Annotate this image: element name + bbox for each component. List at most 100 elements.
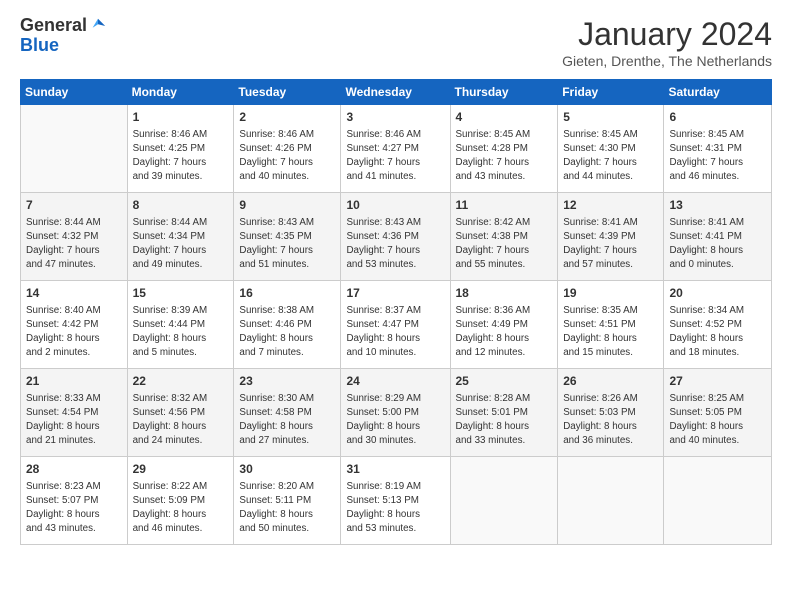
day-number: 1 [133,109,229,126]
day-number: 18 [456,285,553,302]
day-cell: 19 Sunrise: 8:35 AMSunset: 4:51 PMDayligh… [558,281,664,369]
day-header-wednesday: Wednesday [341,80,450,105]
day-header-friday: Friday [558,80,664,105]
day-info: Sunrise: 8:38 AMSunset: 4:46 PMDaylight:… [239,304,335,361]
day-info: Sunrise: 8:22 AMSunset: 5:09 PMDaylight:… [133,480,229,537]
day-info: Sunrise: 8:44 AMSunset: 4:34 PMDaylight:… [133,216,229,273]
day-info: Sunrise: 8:42 AMSunset: 4:38 PMDaylight:… [456,216,553,273]
day-cell: 25 Sunrise: 8:28 AMSunset: 5:01 PMDayligh… [450,369,558,457]
calendar: SundayMondayTuesdayWednesdayThursdayFrid… [20,79,772,545]
day-info: Sunrise: 8:29 AMSunset: 5:00 PMDaylight:… [346,392,444,449]
day-info: Sunrise: 8:25 AMSunset: 5:05 PMDaylight:… [669,392,766,449]
page: General Blue January 2024 Gieten, Drenth… [0,0,792,555]
day-cell [21,105,128,193]
day-header-sunday: Sunday [21,80,128,105]
day-info: Sunrise: 8:44 AMSunset: 4:32 PMDaylight:… [26,216,122,273]
day-cell: 14 Sunrise: 8:40 AMSunset: 4:42 PMDayligh… [21,281,128,369]
day-number: 12 [563,197,658,214]
day-info: Sunrise: 8:43 AMSunset: 4:35 PMDaylight:… [239,216,335,273]
day-header-tuesday: Tuesday [234,80,341,105]
day-number: 7 [26,197,122,214]
day-number: 27 [669,373,766,390]
day-number: 23 [239,373,335,390]
week-row-3: 14 Sunrise: 8:40 AMSunset: 4:42 PMDayligh… [21,281,772,369]
logo-general: General [20,16,87,36]
day-number: 30 [239,461,335,478]
location: Gieten, Drenthe, The Netherlands [562,53,772,69]
day-info: Sunrise: 8:40 AMSunset: 4:42 PMDaylight:… [26,304,122,361]
week-row-2: 7 Sunrise: 8:44 AMSunset: 4:32 PMDaylight… [21,193,772,281]
day-number: 15 [133,285,229,302]
day-cell [664,457,772,545]
day-number: 20 [669,285,766,302]
day-number: 29 [133,461,229,478]
day-info: Sunrise: 8:37 AMSunset: 4:47 PMDaylight:… [346,304,444,361]
logo: General Blue [20,16,107,56]
day-info: Sunrise: 8:46 AMSunset: 4:26 PMDaylight:… [239,128,335,185]
day-cell: 18 Sunrise: 8:36 AMSunset: 4:49 PMDayligh… [450,281,558,369]
day-info: Sunrise: 8:41 AMSunset: 4:41 PMDaylight:… [669,216,766,273]
day-info: Sunrise: 8:46 AMSunset: 4:27 PMDaylight:… [346,128,444,185]
day-cell: 9 Sunrise: 8:43 AMSunset: 4:35 PMDaylight… [234,193,341,281]
day-number: 4 [456,109,553,126]
day-cell: 20 Sunrise: 8:34 AMSunset: 4:52 PMDayligh… [664,281,772,369]
day-info: Sunrise: 8:35 AMSunset: 4:51 PMDaylight:… [563,304,658,361]
day-number: 31 [346,461,444,478]
header: General Blue January 2024 Gieten, Drenth… [20,16,772,69]
day-info: Sunrise: 8:41 AMSunset: 4:39 PMDaylight:… [563,216,658,273]
day-cell: 4 Sunrise: 8:45 AMSunset: 4:28 PMDaylight… [450,105,558,193]
day-number: 19 [563,285,658,302]
day-info: Sunrise: 8:46 AMSunset: 4:25 PMDaylight:… [133,128,229,185]
day-cell: 30Sunrise: 8:20 AMSunset: 5:11 PMDayligh… [234,457,341,545]
day-info: Sunrise: 8:39 AMSunset: 4:44 PMDaylight:… [133,304,229,361]
day-cell: 1 Sunrise: 8:46 AMSunset: 4:25 PMDaylight… [127,105,234,193]
day-cell: 5 Sunrise: 8:45 AMSunset: 4:30 PMDaylight… [558,105,664,193]
header-row: SundayMondayTuesdayWednesdayThursdayFrid… [21,80,772,105]
day-cell: 22Sunrise: 8:32 AMSunset: 4:56 PMDayligh… [127,369,234,457]
title-block: January 2024 Gieten, Drenthe, The Nether… [562,16,772,69]
logo-icon [89,17,107,35]
day-number: 14 [26,285,122,302]
day-number: 17 [346,285,444,302]
day-cell: 7 Sunrise: 8:44 AMSunset: 4:32 PMDaylight… [21,193,128,281]
day-info: Sunrise: 8:26 AMSunset: 5:03 PMDaylight:… [563,392,658,449]
day-number: 26 [563,373,658,390]
day-info: Sunrise: 8:45 AMSunset: 4:30 PMDaylight:… [563,128,658,185]
day-cell: 13 Sunrise: 8:41 AMSunset: 4:41 PMDayligh… [664,193,772,281]
day-number: 13 [669,197,766,214]
day-cell: 29 Sunrise: 8:22 AMSunset: 5:09 PMDayligh… [127,457,234,545]
day-cell: 21Sunrise: 8:33 AMSunset: 4:54 PMDayligh… [21,369,128,457]
day-number: 5 [563,109,658,126]
day-number: 8 [133,197,229,214]
day-cell: 23Sunrise: 8:30 AMSunset: 4:58 PMDayligh… [234,369,341,457]
day-header-monday: Monday [127,80,234,105]
logo-blue: Blue [20,36,107,56]
day-number: 25 [456,373,553,390]
day-cell: 10Sunrise: 8:43 AMSunset: 4:36 PMDayligh… [341,193,450,281]
day-number: 2 [239,109,335,126]
day-info: Sunrise: 8:23 AMSunset: 5:07 PMDaylight:… [26,480,122,537]
day-header-saturday: Saturday [664,80,772,105]
day-info: Sunrise: 8:32 AMSunset: 4:56 PMDaylight:… [133,392,229,449]
day-number: 10 [346,197,444,214]
day-cell: 6Sunrise: 8:45 AMSunset: 4:31 PMDaylight… [664,105,772,193]
day-number: 28 [26,461,122,478]
day-number: 9 [239,197,335,214]
day-number: 21 [26,373,122,390]
day-info: Sunrise: 8:45 AMSunset: 4:28 PMDaylight:… [456,128,553,185]
month-title: January 2024 [562,16,772,53]
day-cell: 26 Sunrise: 8:26 AMSunset: 5:03 PMDayligh… [558,369,664,457]
day-cell: 12 Sunrise: 8:41 AMSunset: 4:39 PMDayligh… [558,193,664,281]
day-number: 24 [346,373,444,390]
day-number: 3 [346,109,444,126]
day-cell: 15 Sunrise: 8:39 AMSunset: 4:44 PMDayligh… [127,281,234,369]
day-info: Sunrise: 8:36 AMSunset: 4:49 PMDaylight:… [456,304,553,361]
day-cell: 28 Sunrise: 8:23 AMSunset: 5:07 PMDayligh… [21,457,128,545]
day-info: Sunrise: 8:28 AMSunset: 5:01 PMDaylight:… [456,392,553,449]
day-cell: 24 Sunrise: 8:29 AMSunset: 5:00 PMDayligh… [341,369,450,457]
week-row-1: 1 Sunrise: 8:46 AMSunset: 4:25 PMDaylight… [21,105,772,193]
day-header-thursday: Thursday [450,80,558,105]
day-info: Sunrise: 8:45 AMSunset: 4:31 PMDaylight:… [669,128,766,185]
day-cell: 11Sunrise: 8:42 AMSunset: 4:38 PMDayligh… [450,193,558,281]
day-info: Sunrise: 8:34 AMSunset: 4:52 PMDaylight:… [669,304,766,361]
